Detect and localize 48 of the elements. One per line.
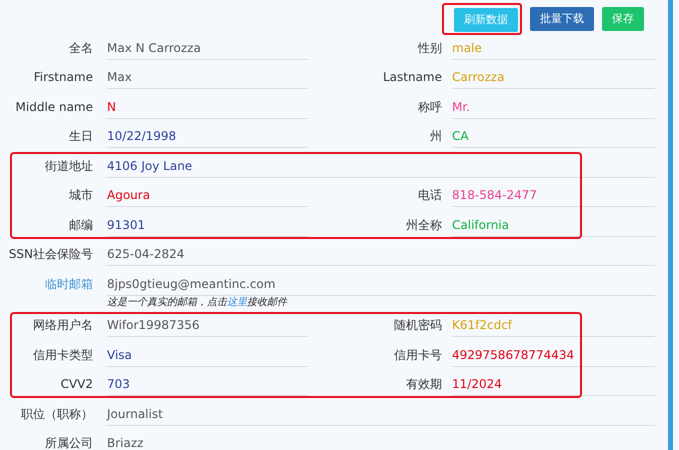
field-label: 生日 — [68, 128, 93, 146]
field-label[interactable]: 临时邮箱 — [0, 274, 93, 293]
field-label: 网络用户名 — [32, 317, 93, 334]
field-label: Middle name — [14, 98, 93, 116]
value-field[interactable]: Wifor19987356 — [107, 313, 308, 338]
field-label: 全名 — [68, 40, 93, 57]
value-field[interactable]: 818-584-2477 — [452, 183, 655, 208]
value-field[interactable]: 10/22/1998 — [107, 124, 308, 148]
field-label: 邮编 — [68, 216, 93, 234]
field-label: 城市 — [68, 187, 93, 204]
receive-mail-link[interactable]: 这里 — [227, 296, 247, 308]
field-label: 随机密码 — [393, 317, 442, 334]
value-field[interactable]: 91301 — [107, 212, 308, 237]
field-label: 州全称 — [405, 216, 442, 234]
scrollbar[interactable] — [668, 0, 673, 450]
field-label: SSN社会保险号 — [8, 246, 93, 264]
field-label: 信用卡号 — [393, 346, 442, 364]
value-field[interactable]: 703 — [107, 372, 308, 396]
field-label: 州 — [429, 128, 442, 146]
value-field[interactable]: 4929758678774434 — [452, 342, 655, 367]
field-label: CVV2 — [60, 376, 93, 394]
toolbar-button[interactable]: 批量下载 — [530, 7, 594, 31]
value-field[interactable]: CA — [452, 124, 655, 148]
field-label: 性别 — [416, 40, 442, 57]
value-field[interactable]: N — [107, 94, 308, 119]
value-field[interactable]: Journalist — [107, 402, 655, 426]
value-field[interactable]: Max N Carrozza — [107, 36, 308, 60]
field-label: 电话 — [417, 187, 442, 204]
value-field[interactable]: 11/2024 — [452, 372, 655, 396]
field-label: 信用卡类型 — [32, 346, 93, 364]
value-field[interactable]: 625-04-2824 — [107, 242, 655, 266]
value-field[interactable]: 4106 Joy Lane — [107, 154, 655, 178]
field-label: 称呼 — [417, 98, 442, 116]
email-note: 这是一个真实的邮箱，点击这里接收邮件 — [107, 296, 288, 308]
field-label: Firstname — [32, 69, 93, 86]
field-label: 所属公司 — [44, 435, 93, 450]
field-label: 职位（职称） — [20, 406, 93, 423]
value-field[interactable]: Briazz — [107, 431, 655, 450]
field-label: 街道地址 — [44, 158, 93, 175]
value-field[interactable]: Agoura — [107, 183, 308, 208]
value-field[interactable]: Mr. — [452, 94, 655, 119]
value-field[interactable]: Max — [107, 65, 308, 90]
value-field[interactable]: 8jps0gtieug@meantinc.com — [107, 272, 655, 296]
toolbar-button[interactable]: 保存 — [602, 7, 644, 31]
value-field[interactable]: California — [452, 212, 655, 237]
field-label: 有效期 — [405, 376, 442, 394]
value-field[interactable]: Visa — [107, 342, 308, 367]
field-label: Lastname — [382, 69, 442, 86]
